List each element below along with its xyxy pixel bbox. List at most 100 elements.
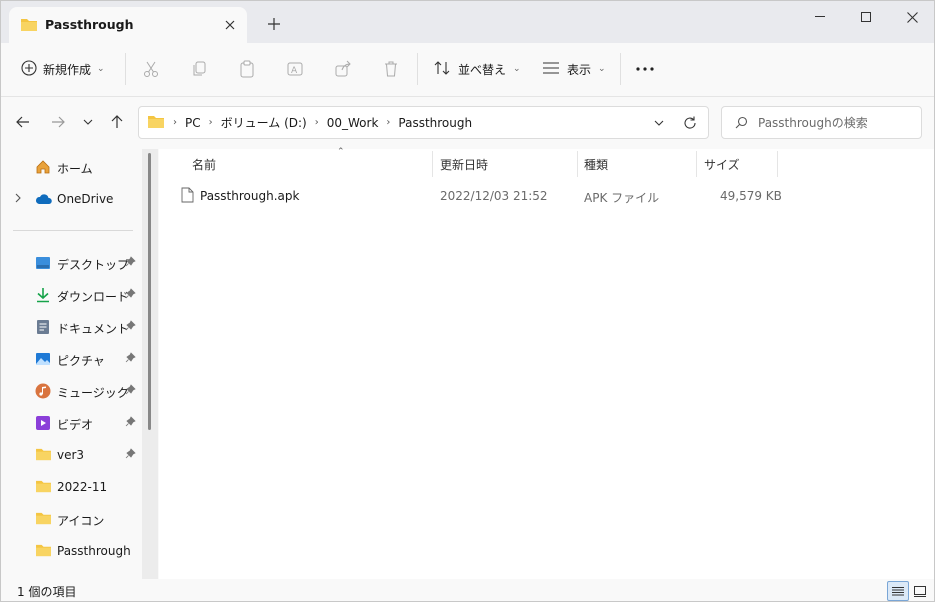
rename-icon[interactable]: A — [282, 56, 308, 82]
breadcrumb: › PC › ボリューム (D:) › 00_Work › Passthroug… — [147, 114, 472, 132]
column-header-date[interactable]: 更新日時 — [440, 151, 488, 177]
column-divider[interactable] — [777, 151, 778, 177]
details-view-icon[interactable] — [887, 581, 909, 601]
item-count: 1 個の項目 — [17, 585, 77, 599]
chevron-down-icon: ⌄ — [97, 64, 105, 74]
pin-icon[interactable] — [125, 448, 136, 462]
breadcrumb-volume-d[interactable]: ボリューム (D:) — [221, 114, 307, 131]
sidebar-item-music[interactable]: ミュージック — [1, 376, 141, 406]
breadcrumb-00-work[interactable]: 00_Work — [327, 116, 379, 130]
column-header-label: 名前 — [192, 157, 217, 172]
sort-label: 並べ替え — [458, 62, 507, 77]
address-bar[interactable]: › PC › ボリューム (D:) › 00_Work › Passthroug… — [138, 106, 709, 139]
sort-button[interactable]: 並べ替え ⌄ — [433, 53, 521, 85]
chevron-right-icon: › — [173, 117, 177, 128]
chevron-right-icon[interactable] — [15, 192, 21, 206]
folder-icon — [35, 479, 51, 495]
sidebar-item-home[interactable]: ホーム — [1, 152, 141, 182]
large-icons-view-icon[interactable] — [909, 581, 931, 601]
delete-icon[interactable] — [378, 56, 404, 82]
sidebar-item-label: OneDrive — [57, 192, 114, 206]
minimize-icon[interactable] — [797, 1, 843, 33]
search-icon — [735, 116, 748, 132]
document-icon — [35, 319, 51, 335]
file-explorer-window: Passthrough 新規作成 ⌄ A 並べ替え ⌄ 表示 ⌄ › PC › … — [0, 0, 935, 602]
home-icon — [35, 159, 51, 175]
sidebar-item-label: ビデオ — [57, 418, 94, 432]
breadcrumb-pc[interactable]: PC — [185, 116, 201, 130]
sidebar-item-passthrough[interactable]: Passthrough — [1, 536, 141, 566]
cut-icon[interactable] — [138, 56, 164, 82]
breadcrumb-passthrough[interactable]: Passthrough — [398, 116, 472, 130]
column-header-name[interactable]: 名前 ⌃ — [192, 147, 345, 177]
tab-title: Passthrough — [45, 17, 134, 32]
new-tab-icon[interactable] — [261, 11, 287, 37]
address-row: › PC › ボリューム (D:) › 00_Work › Passthroug… — [1, 97, 934, 149]
pictures-icon — [35, 351, 51, 367]
column-header-type[interactable]: 種類 — [584, 151, 608, 177]
plus-circle-icon — [21, 59, 37, 79]
sidebar-item-2022-11[interactable]: 2022-11 — [1, 472, 141, 502]
search-box[interactable] — [721, 106, 922, 139]
search-input[interactable] — [758, 107, 918, 138]
sidebar-item-downloads[interactable]: ダウンロード — [1, 280, 141, 310]
toolbar-divider — [417, 53, 418, 85]
sort-icon — [433, 60, 451, 79]
sidebar-item-documents[interactable]: ドキュメント — [1, 312, 141, 342]
sidebar-divider — [13, 230, 133, 231]
copy-icon[interactable] — [186, 56, 212, 82]
folder-icon — [35, 511, 51, 527]
maximize-icon[interactable] — [843, 1, 889, 33]
navigation-scrollbar[interactable] — [142, 149, 158, 579]
sidebar-item-label: ホーム — [57, 162, 93, 176]
scrollbar-thumb[interactable] — [148, 153, 151, 430]
status-bar: 1 個の項目 — [1, 579, 934, 601]
folder-icon — [35, 447, 51, 463]
view-button[interactable]: 表示 ⌄ — [542, 53, 606, 85]
file-date: 2022/12/03 21:52 — [440, 189, 548, 203]
sidebar-item-label: 2022-11 — [57, 480, 108, 494]
up-arrow-icon[interactable] — [104, 109, 130, 135]
pin-icon[interactable] — [125, 352, 136, 366]
desktop-icon — [35, 255, 51, 271]
pin-icon[interactable] — [125, 320, 136, 334]
close-tab-icon[interactable] — [217, 12, 243, 38]
column-divider[interactable] — [577, 151, 578, 177]
file-name: Passthrough.apk — [200, 189, 300, 203]
pin-icon[interactable] — [125, 416, 136, 430]
recent-locations-icon[interactable] — [75, 109, 101, 135]
close-window-icon[interactable] — [889, 1, 934, 33]
toolbar-divider — [620, 53, 621, 85]
table-row[interactable]: Passthrough.apk 2022/12/03 21:52 APK ファイ… — [173, 181, 782, 209]
svg-text:A: A — [291, 66, 298, 76]
sidebar-item-onedrive[interactable]: OneDrive — [1, 184, 141, 214]
video-icon — [35, 415, 51, 431]
sidebar-item-pictures[interactable]: ピクチャ — [1, 344, 141, 374]
pin-icon[interactable] — [125, 288, 136, 302]
sidebar-item-desktop[interactable]: デスクトップ — [1, 248, 141, 278]
new-button[interactable]: 新規作成 ⌄ — [13, 53, 113, 85]
sort-ascending-icon: ⌃ — [337, 147, 345, 157]
paste-icon[interactable] — [234, 56, 260, 82]
column-divider[interactable] — [696, 151, 697, 177]
pin-icon[interactable] — [125, 256, 136, 270]
sidebar-item-videos[interactable]: ビデオ — [1, 408, 141, 438]
file-type: APK ファイル — [584, 191, 660, 205]
address-history-chevron-icon[interactable] — [650, 114, 668, 132]
tab-passthrough[interactable]: Passthrough — [9, 7, 247, 43]
sidebar-item-label: ドキュメント — [57, 322, 130, 336]
forward-arrow-icon[interactable] — [45, 109, 71, 135]
refresh-icon[interactable] — [680, 113, 700, 133]
sidebar-item-ver3[interactable]: ver3 — [1, 440, 141, 470]
file-icon — [181, 187, 194, 206]
column-divider[interactable] — [432, 151, 433, 177]
share-icon[interactable] — [330, 56, 356, 82]
more-options-icon[interactable] — [632, 56, 658, 82]
sidebar-item-label: ver3 — [57, 448, 85, 462]
music-icon — [35, 383, 51, 399]
pin-icon[interactable] — [125, 384, 136, 398]
column-header-size[interactable]: サイズ — [704, 151, 740, 177]
back-arrow-icon[interactable] — [10, 109, 36, 135]
sidebar-item-icons-folder[interactable]: アイコン — [1, 504, 141, 534]
command-bar: 新規作成 ⌄ A 並べ替え ⌄ 表示 ⌄ — [1, 43, 934, 97]
